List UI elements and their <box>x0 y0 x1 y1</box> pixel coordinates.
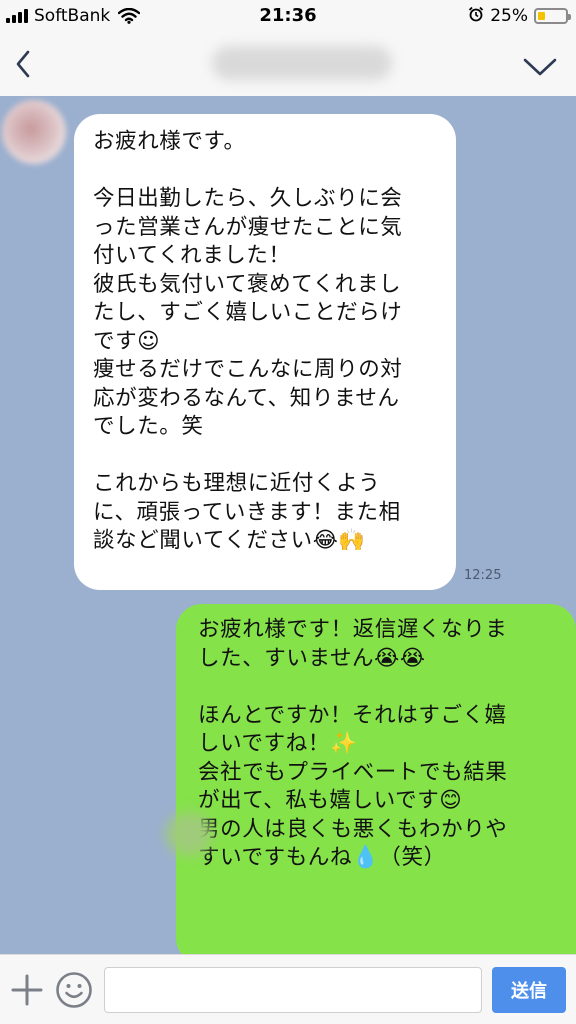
message-line: お疲れ様です！返信遅くなりま <box>198 617 508 642</box>
message-line: お疲れ様です。 <box>93 129 246 154</box>
blurred-overlay <box>166 812 212 856</box>
battery-icon <box>534 8 571 24</box>
message-line: 付いてくれました！ <box>93 243 291 268</box>
message-line: 彼氏も気付いて褒めてくれまし <box>93 271 402 297</box>
chat-area[interactable]: お疲れ様です。 今日出勤したら、久しぶりに会 った営業さんが痩せたことに気 付い… <box>0 96 576 964</box>
smiley-icon[interactable] <box>54 970 94 1010</box>
battery-fill <box>538 12 545 20</box>
message-line: が出て、私も嬉しいです😊 <box>198 788 463 813</box>
contact-name[interactable] <box>212 46 392 80</box>
alarm-icon <box>468 6 484 26</box>
message-line <box>198 673 564 702</box>
message-line: 痩せるだけでこんなに周りの対 <box>93 357 403 382</box>
status-bar: SoftBank 21:36 25% <box>0 0 576 32</box>
message-line: 会社でもプライベートでも結果 <box>198 759 508 785</box>
incoming-message-bubble[interactable]: お疲れ様です。 今日出勤したら、久しぶりに会 った営業さんが痩せたことに気 付い… <box>74 114 456 590</box>
message-line: に、頑張っていきます！また相 <box>93 499 401 525</box>
message-line: 男の人は良くも悪くもわかりや <box>198 816 508 842</box>
status-right: 25% <box>468 6 571 26</box>
message-line: 談など聞いてください😂🙌 <box>93 528 366 553</box>
message-line: した、すいません😭😭 <box>198 645 426 671</box>
message-input[interactable] <box>104 967 482 1013</box>
avatar[interactable] <box>2 100 66 164</box>
chat-header <box>0 32 576 96</box>
message-timestamp: 12:25 <box>464 568 502 583</box>
message-line: これからも理想に近付くよう <box>93 471 381 496</box>
input-bar: 送信 <box>0 954 576 1024</box>
message-line: たし、すごく嬉しいことだらけ <box>93 300 403 325</box>
message-line: しいですね！✨ <box>198 731 358 756</box>
message-line: です☺ <box>93 328 161 354</box>
back-chevron-icon[interactable] <box>8 46 38 82</box>
message-line: でした。笑 <box>93 414 204 439</box>
message-line: すいですもんね💧（笑） <box>198 845 446 870</box>
menu-chevron-icon[interactable] <box>522 56 558 78</box>
message-line: 今日出勤したら、久しぶりに会 <box>93 186 403 211</box>
message-line: ほんとですか！それはすごく嬉 <box>198 702 507 728</box>
message-line: 応が変わるなんて、知りません <box>93 385 400 411</box>
plus-icon[interactable] <box>10 973 44 1007</box>
outgoing-message-bubble[interactable]: お疲れ様です！返信遅くなりま した、すいません😭😭 ほんとですか！それはすごく嬉… <box>176 604 576 964</box>
battery-percent: 25% <box>490 6 528 26</box>
message-line: った営業さんが痩せたことに気 <box>93 214 403 240</box>
message-line <box>93 157 440 186</box>
message-line <box>93 442 440 471</box>
send-button[interactable]: 送信 <box>492 967 566 1013</box>
